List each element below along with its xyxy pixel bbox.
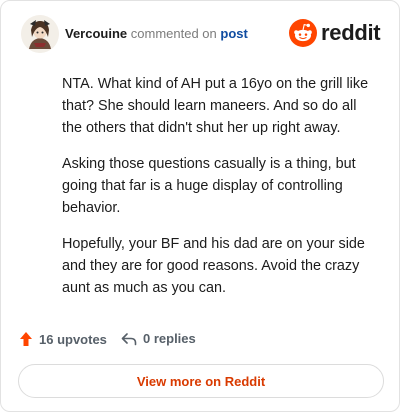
comment-header: Vercouine commented on post reddit bbox=[21, 15, 381, 55]
comment-paragraph: Asking those questions casually is a thi… bbox=[62, 156, 356, 216]
username-link[interactable]: Vercouine bbox=[65, 26, 127, 41]
comment-paragraph: NTA. What kind of AH put a 16yo on the g… bbox=[62, 76, 369, 136]
reply-arrow-icon bbox=[121, 332, 137, 346]
post-link[interactable]: post bbox=[220, 26, 247, 41]
upvotes-stat[interactable]: 16 upvotes bbox=[19, 331, 107, 347]
user-avatar[interactable] bbox=[21, 15, 59, 53]
upvotes-count: 16 upvotes bbox=[39, 331, 107, 347]
reddit-comment-embed-card: Vercouine commented on post reddit NTA. … bbox=[0, 0, 400, 412]
reddit-brand[interactable]: reddit bbox=[289, 19, 381, 49]
replies-count: 0 replies bbox=[143, 331, 196, 346]
comment-paragraph: Hopefully, your BF and his dad are on yo… bbox=[62, 236, 365, 296]
reddit-logo-icon bbox=[289, 19, 317, 47]
upvote-arrow-icon bbox=[19, 331, 33, 347]
view-more-button[interactable]: View more on Reddit bbox=[18, 364, 384, 398]
comment-meta: Vercouine commented on post bbox=[65, 26, 248, 42]
comment-body: NTA. What kind of AH put a 16yo on the g… bbox=[62, 73, 378, 313]
replies-stat[interactable]: 0 replies bbox=[121, 331, 196, 346]
action-text: commented on bbox=[130, 26, 217, 41]
reddit-wordmark: reddit bbox=[321, 20, 381, 45]
